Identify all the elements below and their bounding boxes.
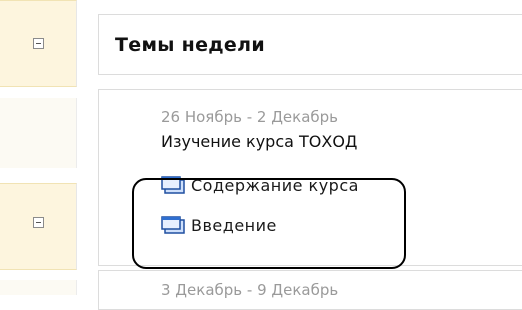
window-icon xyxy=(161,176,185,194)
week-topic-title: Изучение курса ТОХОД xyxy=(161,132,358,151)
collapse-toggle-icon[interactable] xyxy=(33,217,44,228)
resource-label: Введение xyxy=(191,215,277,235)
section-title: Темы недели xyxy=(115,34,265,56)
resource-label: Содержание курса xyxy=(191,175,359,195)
week-sidebar-spacer xyxy=(0,98,77,168)
week-section-next: 3 Декабрь - 9 Декабрь xyxy=(98,270,522,310)
section-header: Темы недели xyxy=(98,14,522,75)
resource-link-contents[interactable]: Содержание курса xyxy=(161,174,359,196)
week-date-range: 3 Декабрь - 9 Декабрь xyxy=(161,281,339,299)
week-sidebar-next xyxy=(0,280,77,295)
window-icon xyxy=(161,216,185,234)
week-section-current: 26 Ноябрь - 2 Декабрь Изучение курса ТОХ… xyxy=(98,89,522,266)
resource-link-introduction[interactable]: Введение xyxy=(161,214,277,236)
week-date-range: 26 Ноябрь - 2 Декабрь xyxy=(161,108,339,126)
collapse-toggle-icon[interactable] xyxy=(33,38,44,49)
